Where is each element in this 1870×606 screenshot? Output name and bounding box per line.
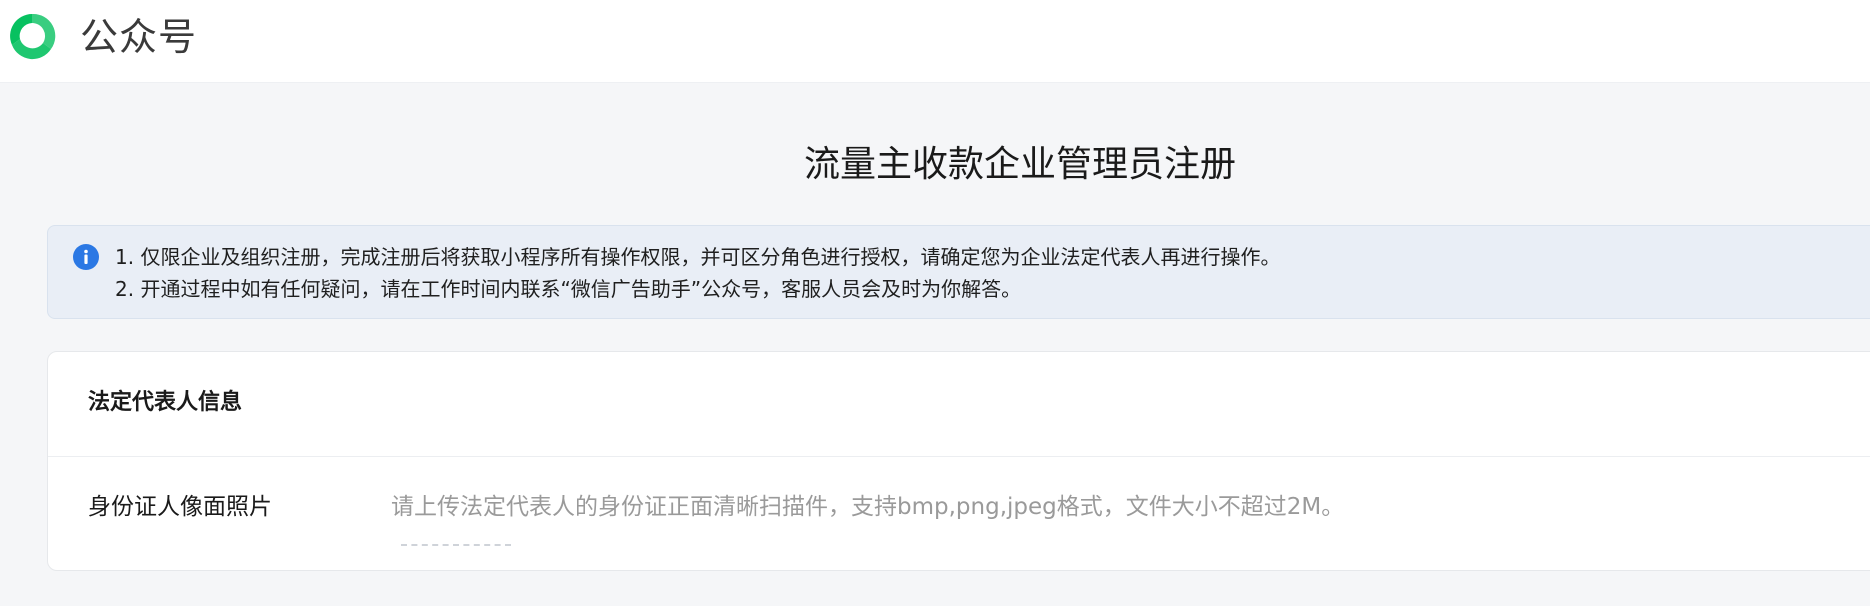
brand-name[interactable]: 公众号 bbox=[80, 14, 197, 60]
notice-line-1: 1. 仅限企业及组织注册，完成注册后将获取小程序所有操作权限，并可区分角色进行授… bbox=[115, 245, 1281, 269]
page-title: 流量主收款企业管理员注册 bbox=[803, 144, 1236, 185]
id-card-front-upload[interactable] bbox=[401, 544, 511, 606]
info-icon bbox=[73, 244, 99, 270]
section-title: 法定代表人信息 bbox=[88, 390, 243, 415]
id-card-front-hint: 请上传法定代表人的身份证正面清晰扫描件，支持bmp,png,jpeg格式，文件大… bbox=[391, 494, 1345, 520]
top-header: 公众号 bbox=[0, 0, 1870, 83]
divider bbox=[48, 456, 1870, 457]
legal-rep-card: 法定代表人信息 身份证人像面照片 请上传法定代表人的身份证正面清晰扫描件，支持b… bbox=[47, 351, 1870, 571]
id-card-front-label: 身份证人像面照片 bbox=[88, 494, 272, 520]
notice-line-2: 2. 开通过程中如有任何疑问，请在工作时间内联系“微信广告助手”公众号，客服人员… bbox=[115, 277, 1022, 301]
notice-banner: 1. 仅限企业及组织注册，完成注册后将获取小程序所有操作权限，并可区分角色进行授… bbox=[47, 225, 1870, 319]
wechat-logo-icon[interactable] bbox=[5, 9, 59, 63]
